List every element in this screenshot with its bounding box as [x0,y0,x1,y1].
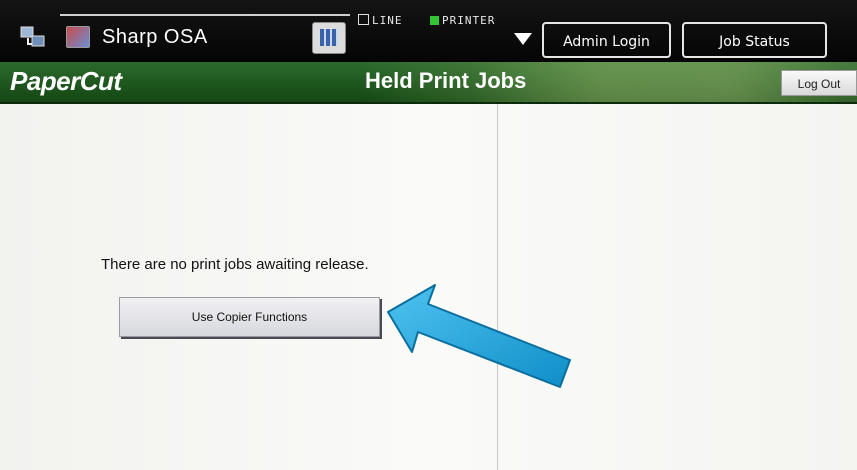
app-switch-icon[interactable] [20,24,46,50]
main-content: There are no print jobs awaiting release… [0,104,857,470]
admin-login-button[interactable]: Admin Login [542,22,671,58]
papercut-logo: PaperCut [10,66,122,96]
app-name-label: Sharp OSA [102,26,208,48]
keypad-icon [320,29,338,46]
top-divider-line [60,14,350,16]
device-top-bar: Sharp OSA LINE PRINTER Admin Login Job S… [0,0,857,62]
papercut-header: PaperCut Held Print Jobs Log Out [0,62,857,104]
use-copier-functions-button[interactable]: Use Copier Functions [119,297,380,337]
line-indicator: LINE [358,14,403,27]
printer-indicator: PRINTER [430,14,495,27]
job-status-button[interactable]: Job Status [682,22,827,58]
logout-button[interactable]: Log Out [781,70,857,96]
osa-app-icon [66,26,90,48]
keypad-button[interactable] [312,22,346,54]
pointer-arrow-icon [387,284,571,388]
device-screen: Sharp OSA LINE PRINTER Admin Login Job S… [0,0,857,470]
line-indicator-label: LINE [372,14,403,27]
page-title: Held Print Jobs [365,68,527,93]
printer-status-icon [430,16,439,25]
line-status-icon [358,14,369,25]
printer-indicator-label: PRINTER [442,14,496,27]
no-jobs-message: There are no print jobs awaiting release… [101,256,369,273]
dropdown-arrow-icon[interactable] [514,33,532,45]
